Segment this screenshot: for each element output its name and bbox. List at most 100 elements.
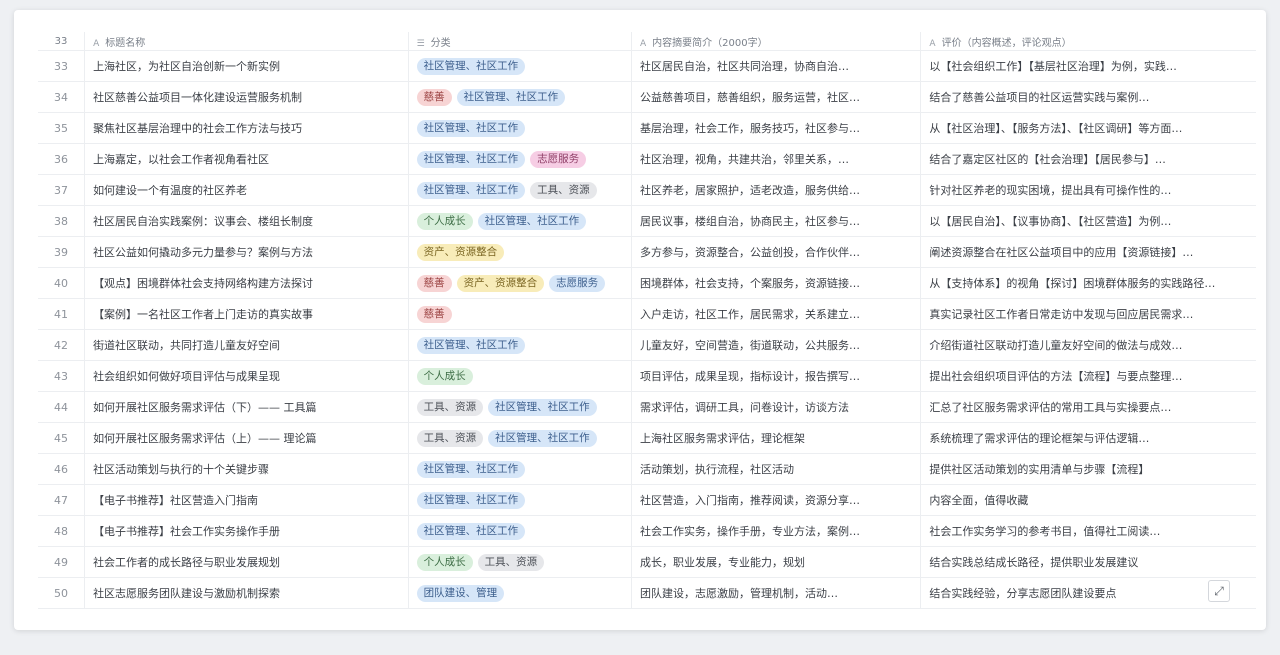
header-tags[interactable]: ☰ 分类 bbox=[408, 32, 632, 51]
row-number[interactable]: 35 bbox=[38, 112, 86, 144]
cell-tags[interactable]: 团队建设、管理 bbox=[408, 577, 632, 609]
header-title[interactable]: A 标题名称 bbox=[84, 32, 409, 51]
cell-review[interactable]: 提供社区活动策划的实用清单与步骤【流程】 bbox=[920, 453, 1256, 485]
row-number[interactable]: 48 bbox=[38, 515, 86, 547]
cell-title[interactable]: 街道社区联动，共同打造儿童友好空间 bbox=[84, 329, 409, 361]
table-row[interactable]: 50 社区志愿服务团队建设与激励机制探索 团队建设、管理 团队建设，志愿激励，管理机制… bbox=[38, 577, 1256, 609]
cell-review[interactable]: 内容全面，值得收藏 bbox=[920, 484, 1256, 516]
cell-review[interactable]: 以【社会组织工作】【基层社区治理】为例，实践… bbox=[920, 50, 1256, 82]
cell-summary[interactable]: 成长，职业发展，专业能力，规划 bbox=[631, 546, 922, 578]
cell-review[interactable]: 针对社区养老的现实困境，提出具有可操作性的… bbox=[920, 174, 1256, 206]
cell-review[interactable]: 真实记录社区工作者日常走访中发现与回应居民需求… bbox=[920, 298, 1256, 330]
row-number[interactable]: 39 bbox=[38, 236, 86, 268]
cell-title[interactable]: 社会组织如何做好项目评估与成果呈现 bbox=[84, 360, 409, 392]
cell-tags[interactable]: 慈善 资产、资源整合 志愿服务 bbox=[408, 267, 632, 299]
table-row[interactable]: 39 社区公益如何撬动多元力量参与？案例与方法 资产、资源整合 多方参与，资源整合，公… bbox=[38, 236, 1256, 268]
cell-tags[interactable]: 社区管理、社区工作 bbox=[408, 50, 632, 82]
cell-title[interactable]: 如何开展社区服务需求评估（上）—— 理论篇 bbox=[84, 422, 409, 454]
cell-title[interactable]: 社区慈善公益项目一体化建设运营服务机制 bbox=[84, 81, 409, 113]
cell-review[interactable]: 从【支持体系】的视角【探讨】困境群体服务的实践路径… bbox=[920, 267, 1256, 299]
cell-summary[interactable]: 项目评估，成果呈现，指标设计，报告撰写… bbox=[631, 360, 922, 392]
table-row[interactable]: 41 【案例】一名社区工作者上门走访的真实故事 慈善 入户走访，社区工作，居民需求，关… bbox=[38, 298, 1256, 330]
cell-summary[interactable]: 多方参与，资源整合，公益创投，合作伙伴… bbox=[631, 236, 922, 268]
cell-summary[interactable]: 困境群体，社会支持，个案服务，资源链接… bbox=[631, 267, 922, 299]
expand-icon[interactable]: ⤢ bbox=[1208, 580, 1230, 602]
cell-review[interactable]: 结合实践经验，分享志愿团队建设要点 bbox=[920, 577, 1256, 609]
row-number[interactable]: 42 bbox=[38, 329, 86, 361]
cell-summary[interactable]: 居民议事，楼组自治，协商民主，社区参与… bbox=[631, 205, 922, 237]
cell-tags[interactable]: 社区管理、社区工作 bbox=[408, 329, 632, 361]
cell-title[interactable]: 如何建设一个有温度的社区养老 bbox=[84, 174, 409, 206]
cell-review[interactable]: 阐述资源整合在社区公益项目中的应用【资源链接】… bbox=[920, 236, 1256, 268]
cell-review[interactable]: 介绍街道社区联动打造儿童友好空间的做法与成效… bbox=[920, 329, 1256, 361]
table-row[interactable]: 49 社会工作者的成长路径与职业发展规划 个人成长 工具、资源 成长，职业发展，专业能力… bbox=[38, 546, 1256, 578]
cell-review[interactable]: 结合实践总结成长路径，提供职业发展建议 bbox=[920, 546, 1256, 578]
cell-title[interactable]: 【观点】困境群体社会支持网络构建方法探讨 bbox=[84, 267, 409, 299]
cell-summary[interactable]: 需求评估，调研工具，问卷设计，访谈方法 bbox=[631, 391, 922, 423]
cell-title[interactable]: 如何开展社区服务需求评估（下）—— 工具篇 bbox=[84, 391, 409, 423]
cell-tags[interactable]: 社区管理、社区工作 志愿服务 bbox=[408, 143, 632, 175]
table-row[interactable]: 38 社区居民自治实践案例：议事会、楼组长制度 个人成长 社区管理、社区工作 居民议事，… bbox=[38, 205, 1256, 237]
cell-tags[interactable]: 工具、资源 社区管理、社区工作 bbox=[408, 391, 632, 423]
cell-tags[interactable]: 社区管理、社区工作 工具、资源 bbox=[408, 174, 632, 206]
cell-tags[interactable]: 慈善 bbox=[408, 298, 632, 330]
row-number[interactable]: 46 bbox=[38, 453, 86, 485]
cell-summary[interactable]: 社区居民自治，社区共同治理，协商自治… bbox=[631, 50, 922, 82]
table-row[interactable]: 44 如何开展社区服务需求评估（下）—— 工具篇 工具、资源 社区管理、社区工作 需求评… bbox=[38, 391, 1256, 423]
cell-title[interactable]: 社区居民自治实践案例：议事会、楼组长制度 bbox=[84, 205, 409, 237]
cell-title[interactable]: 社区志愿服务团队建设与激励机制探索 bbox=[84, 577, 409, 609]
table-row[interactable]: 40 【观点】困境群体社会支持网络构建方法探讨 慈善 资产、资源整合 志愿服务 困境群体，… bbox=[38, 267, 1256, 299]
cell-review[interactable]: 汇总了社区服务需求评估的常用工具与实操要点… bbox=[920, 391, 1256, 423]
cell-title[interactable]: 社区公益如何撬动多元力量参与？案例与方法 bbox=[84, 236, 409, 268]
row-number[interactable]: 38 bbox=[38, 205, 86, 237]
table-row[interactable]: 42 街道社区联动，共同打造儿童友好空间 社区管理、社区工作 儿童友好，空间营造，街道… bbox=[38, 329, 1256, 361]
row-number[interactable]: 45 bbox=[38, 422, 86, 454]
cell-tags[interactable]: 资产、资源整合 bbox=[408, 236, 632, 268]
cell-review[interactable]: 系统梳理了需求评估的理论框架与评估逻辑… bbox=[920, 422, 1256, 454]
table-row[interactable]: 48 【电子书推荐】社会工作实务操作手册 社区管理、社区工作 社会工作实务，操作手册，… bbox=[38, 515, 1256, 547]
cell-tags[interactable]: 个人成长 工具、资源 bbox=[408, 546, 632, 578]
row-number[interactable]: 37 bbox=[38, 174, 86, 206]
table-row[interactable]: 33 上海社区，为社区自治创新一个新实例 社区管理、社区工作 社区居民自治，社区共同治… bbox=[38, 50, 1256, 82]
row-number[interactable]: 47 bbox=[38, 484, 86, 516]
cell-title[interactable]: 上海社区，为社区自治创新一个新实例 bbox=[84, 50, 409, 82]
cell-title[interactable]: 社会工作者的成长路径与职业发展规划 bbox=[84, 546, 409, 578]
cell-title[interactable]: 【电子书推荐】社区营造入门指南 bbox=[84, 484, 409, 516]
cell-review[interactable]: 提出社会组织项目评估的方法【流程】与要点整理… bbox=[920, 360, 1256, 392]
row-number[interactable]: 33 bbox=[38, 50, 86, 82]
row-number[interactable]: 34 bbox=[38, 81, 86, 113]
table-row[interactable]: 36 上海嘉定，以社会工作者视角看社区 社区管理、社区工作 志愿服务 社区治理，视角，共… bbox=[38, 143, 1256, 175]
cell-title[interactable]: 社区活动策划与执行的十个关键步骤 bbox=[84, 453, 409, 485]
cell-tags[interactable]: 社区管理、社区工作 bbox=[408, 453, 632, 485]
cell-title[interactable]: 【电子书推荐】社会工作实务操作手册 bbox=[84, 515, 409, 547]
cell-tags[interactable]: 慈善 社区管理、社区工作 bbox=[408, 81, 632, 113]
cell-summary[interactable]: 儿童友好，空间营造，街道联动，公共服务… bbox=[631, 329, 922, 361]
row-number[interactable]: 40 bbox=[38, 267, 86, 299]
header-summary[interactable]: A 内容摘要简介（2000字） bbox=[631, 32, 922, 51]
row-number[interactable]: 50 bbox=[38, 577, 86, 609]
cell-tags[interactable]: 工具、资源 社区管理、社区工作 bbox=[408, 422, 632, 454]
table-row[interactable]: 43 社会组织如何做好项目评估与成果呈现 个人成长 项目评估，成果呈现，指标设计，报告… bbox=[38, 360, 1256, 392]
cell-title[interactable]: 上海嘉定，以社会工作者视角看社区 bbox=[84, 143, 409, 175]
row-number[interactable]: 44 bbox=[38, 391, 86, 423]
cell-summary[interactable]: 团队建设，志愿激励，管理机制，活动… bbox=[631, 577, 922, 609]
cell-title[interactable]: 【案例】一名社区工作者上门走访的真实故事 bbox=[84, 298, 409, 330]
cell-review[interactable]: 从【社区治理】、【服务方法】、【社区调研】等方面… bbox=[920, 112, 1256, 144]
cell-review[interactable]: 以【居民自治】、【议事协商】、【社区营造】为例… bbox=[920, 205, 1256, 237]
cell-summary[interactable]: 社区养老，居家照护，适老改造，服务供给… bbox=[631, 174, 922, 206]
cell-tags[interactable]: 个人成长 社区管理、社区工作 bbox=[408, 205, 632, 237]
cell-review[interactable]: 社会工作实务学习的参考书目，值得社工阅读… bbox=[920, 515, 1256, 547]
row-number[interactable]: 49 bbox=[38, 546, 86, 578]
cell-summary[interactable]: 上海社区服务需求评估，理论框架 bbox=[631, 422, 922, 454]
cell-summary[interactable]: 社会工作实务，操作手册，专业方法，案例… bbox=[631, 515, 922, 547]
cell-summary[interactable]: 活动策划，执行流程，社区活动 bbox=[631, 453, 922, 485]
header-review[interactable]: A 评价（内容概述，评论观点） bbox=[920, 32, 1256, 51]
cell-summary[interactable]: 基层治理，社会工作，服务技巧，社区参与… bbox=[631, 112, 922, 144]
cell-summary[interactable]: 社区治理，视角，共建共治，邻里关系，… bbox=[631, 143, 922, 175]
cell-tags[interactable]: 个人成长 bbox=[408, 360, 632, 392]
cell-summary[interactable]: 入户走访，社区工作，居民需求，关系建立… bbox=[631, 298, 922, 330]
row-number[interactable]: 43 bbox=[38, 360, 86, 392]
table-row[interactable]: 46 社区活动策划与执行的十个关键步骤 社区管理、社区工作 活动策划，执行流程，社区活… bbox=[38, 453, 1256, 485]
cell-tags[interactable]: 社区管理、社区工作 bbox=[408, 484, 632, 516]
cell-summary[interactable]: 公益慈善项目，慈善组织，服务运营，社区… bbox=[631, 81, 922, 113]
